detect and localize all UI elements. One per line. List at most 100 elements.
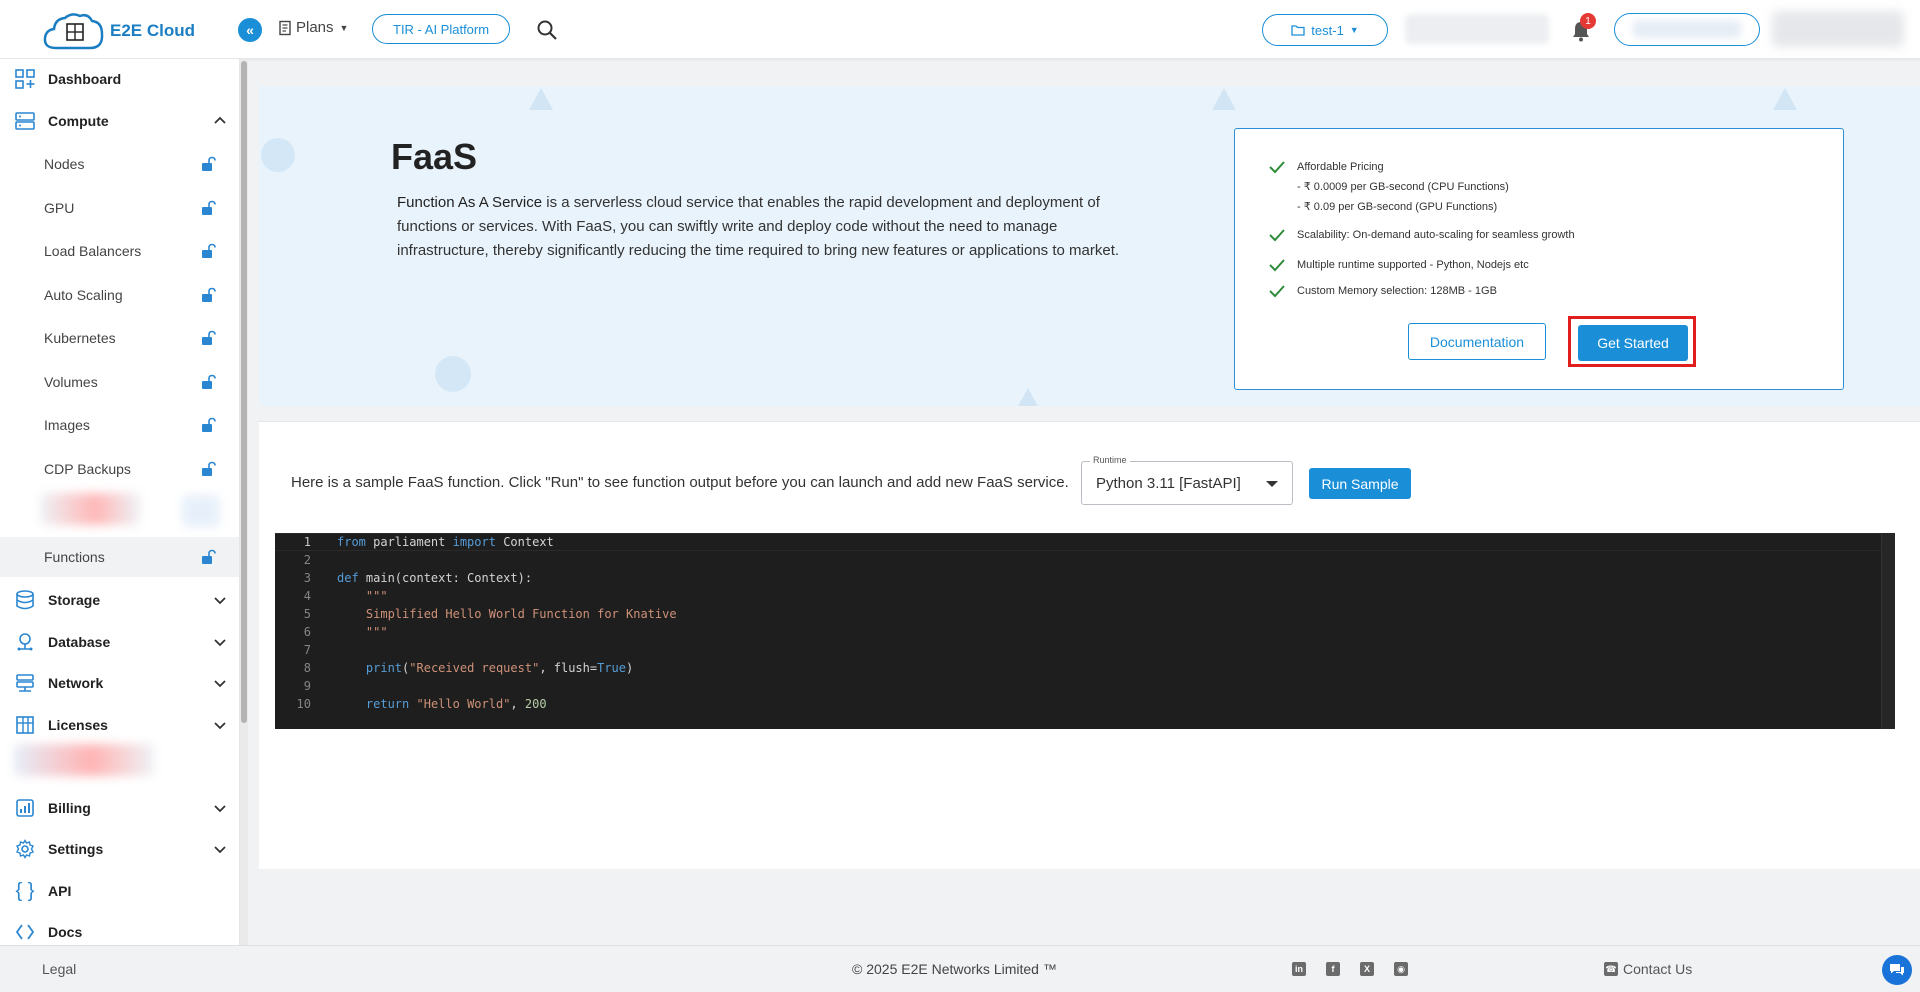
feature-text: Multiple runtime supported - Python, Nod… xyxy=(1297,259,1529,271)
sidebar-item-network[interactable]: Network xyxy=(0,663,239,703)
database-icon xyxy=(14,631,36,653)
sidebar-item-api[interactable]: { } API xyxy=(0,871,239,911)
redacted-field xyxy=(1405,14,1549,44)
redacted-sidebar-item[interactable] xyxy=(40,493,140,525)
caret-down-icon: ▼ xyxy=(1349,25,1359,35)
double-chevron-left-icon: « xyxy=(246,22,254,38)
network-icon xyxy=(14,672,36,694)
chat-icon xyxy=(1890,964,1904,976)
sidebar-item-images[interactable]: Images xyxy=(0,405,239,445)
chat-support-button[interactable] xyxy=(1882,955,1912,985)
redacted-sidebar-item[interactable] xyxy=(14,744,154,776)
feature-text: Scalability: On-demand auto-scaling for … xyxy=(1297,229,1575,241)
code-text: def main(context: Context): xyxy=(337,571,533,585)
sidebar: Dashboard Compute Nodes GPU Load Balance… xyxy=(0,59,240,945)
collapse-sidebar-button[interactable]: « xyxy=(238,18,262,42)
faas-description: Function As A Service is a serverless cl… xyxy=(397,191,1149,263)
sidebar-item-functions[interactable]: Functions xyxy=(0,537,239,577)
feature-runtime: Multiple runtime supported - Python, Nod… xyxy=(1267,255,1529,275)
check-icon xyxy=(1269,285,1285,298)
unlock-icon xyxy=(202,374,216,389)
chevron-down-icon xyxy=(214,805,226,813)
redacted-user-menu[interactable] xyxy=(1772,11,1904,47)
decorative-triangle xyxy=(1016,388,1040,406)
compute-icon xyxy=(14,110,36,132)
line-number: 2 xyxy=(303,553,311,567)
code-line: 1 from parliament import Context xyxy=(275,533,1895,551)
code-text: """ xyxy=(365,625,388,639)
linkedin-icon[interactable]: in xyxy=(1292,962,1306,976)
sidebar-item-label: Dashboard xyxy=(48,71,122,87)
code-editor[interactable]: 1 from parliament import Context 2 3 def m… xyxy=(275,533,1895,729)
sidebar-item-settings[interactable]: Settings xyxy=(0,829,239,869)
copyright-text: © 2025 E2E Networks Limited ™ xyxy=(852,961,1057,977)
sidebar-item-compute[interactable]: Compute xyxy=(0,101,239,141)
unlock-icon xyxy=(202,287,216,302)
e2e-logo[interactable]: E2E Cloud xyxy=(42,10,195,52)
sidebar-item-docs[interactable]: Docs xyxy=(0,912,239,945)
sidebar-item-kubernetes[interactable]: Kubernetes xyxy=(0,318,239,358)
logo-text: E2E Cloud xyxy=(110,21,196,40)
sidebar-item-auto-scaling[interactable]: Auto Scaling xyxy=(0,275,239,315)
page-title: FaaS xyxy=(391,136,478,177)
sidebar-item-volumes[interactable]: Volumes xyxy=(0,362,239,402)
sidebar-item-cdp-backups[interactable]: CDP Backups xyxy=(0,449,239,489)
sidebar-item-nodes[interactable]: Nodes xyxy=(0,144,239,184)
editor-scrollbar[interactable] xyxy=(1881,533,1895,729)
sidebar-scrollbar[interactable] xyxy=(240,59,248,945)
legal-link[interactable]: Legal xyxy=(42,961,76,977)
sidebar-item-label: Nodes xyxy=(44,156,85,172)
caret-down-icon xyxy=(1266,481,1278,487)
sidebar-item-label: GPU xyxy=(44,200,75,216)
feature-memory: Custom Memory selection: 128MB - 1GB xyxy=(1267,281,1497,301)
sidebar-item-database[interactable]: Database xyxy=(0,622,239,662)
check-icon xyxy=(1269,161,1285,174)
chevron-down-icon xyxy=(214,680,226,688)
get-started-button[interactable]: Get Started xyxy=(1578,325,1688,361)
unlock-icon xyxy=(202,549,216,564)
feature-text: - ₹ 0.09 per GB-second (GPU Functions) xyxy=(1297,201,1498,213)
code-line: 6 """ xyxy=(275,623,1895,641)
sidebar-item-dashboard[interactable]: Dashboard xyxy=(0,59,239,99)
sidebar-item-load-balancers[interactable]: Load Balancers xyxy=(0,231,239,271)
code-text: return "Hello World", 200 xyxy=(365,697,547,711)
sidebar-item-storage[interactable]: Storage xyxy=(0,580,239,620)
code-line: 4 """ xyxy=(275,587,1895,605)
storage-icon xyxy=(14,589,36,611)
project-selector-button[interactable]: test-1 ▼ xyxy=(1262,14,1388,46)
sample-description: Here is a sample FaaS function. Click "R… xyxy=(291,474,1069,491)
run-sample-button[interactable]: Run Sample xyxy=(1309,468,1411,499)
unlock-icon xyxy=(202,156,216,171)
settings-icon xyxy=(14,838,36,860)
search-icon[interactable] xyxy=(536,19,558,41)
line-number: 10 xyxy=(296,697,311,711)
code-line: 5 Simplified Hello World Function for Kn… xyxy=(275,605,1895,623)
contact-us-link[interactable]: ☎ Contact Us xyxy=(1604,961,1692,977)
plans-dropdown[interactable]: Plans ▼ xyxy=(277,19,348,36)
phone-icon: ☎ xyxy=(1604,962,1618,976)
feature-text: - ₹ 0.0009 per GB-second (CPU Functions) xyxy=(1297,181,1509,193)
decorative-triangle xyxy=(529,88,553,110)
unlock-icon xyxy=(202,417,216,432)
cloud-logo-icon xyxy=(42,10,106,52)
sidebar-item-gpu[interactable]: GPU xyxy=(0,188,239,228)
sidebar-item-billing[interactable]: Billing xyxy=(0,788,239,828)
sidebar-item-licenses[interactable]: Licenses xyxy=(0,705,239,745)
x-twitter-icon[interactable]: X xyxy=(1360,962,1374,976)
facebook-icon[interactable]: f xyxy=(1326,962,1340,976)
notification-badge: 1 xyxy=(1580,13,1596,29)
rss-icon[interactable]: ◉ xyxy=(1394,962,1408,976)
check-icon xyxy=(1269,259,1285,272)
sidebar-item-label: Settings xyxy=(48,841,104,857)
line-number: 1 xyxy=(303,535,311,549)
documentation-button[interactable]: Documentation xyxy=(1408,323,1546,360)
top-header: E2E Cloud « Plans ▼ TIR - AI Platform te… xyxy=(0,0,1920,59)
decorative-circle xyxy=(261,138,295,172)
faas-description-bold: Function As A Service xyxy=(397,194,543,211)
tir-ai-platform-button[interactable]: TIR - AI Platform xyxy=(372,14,511,44)
redacted-button[interactable] xyxy=(1614,13,1760,46)
sidebar-item-label: Storage xyxy=(48,592,101,608)
runtime-select[interactable]: Runtime Python 3.11 [FastAPI] xyxy=(1081,455,1293,505)
unlock-icon xyxy=(202,200,216,215)
sidebar-scrollbar-thumb[interactable] xyxy=(241,61,247,723)
